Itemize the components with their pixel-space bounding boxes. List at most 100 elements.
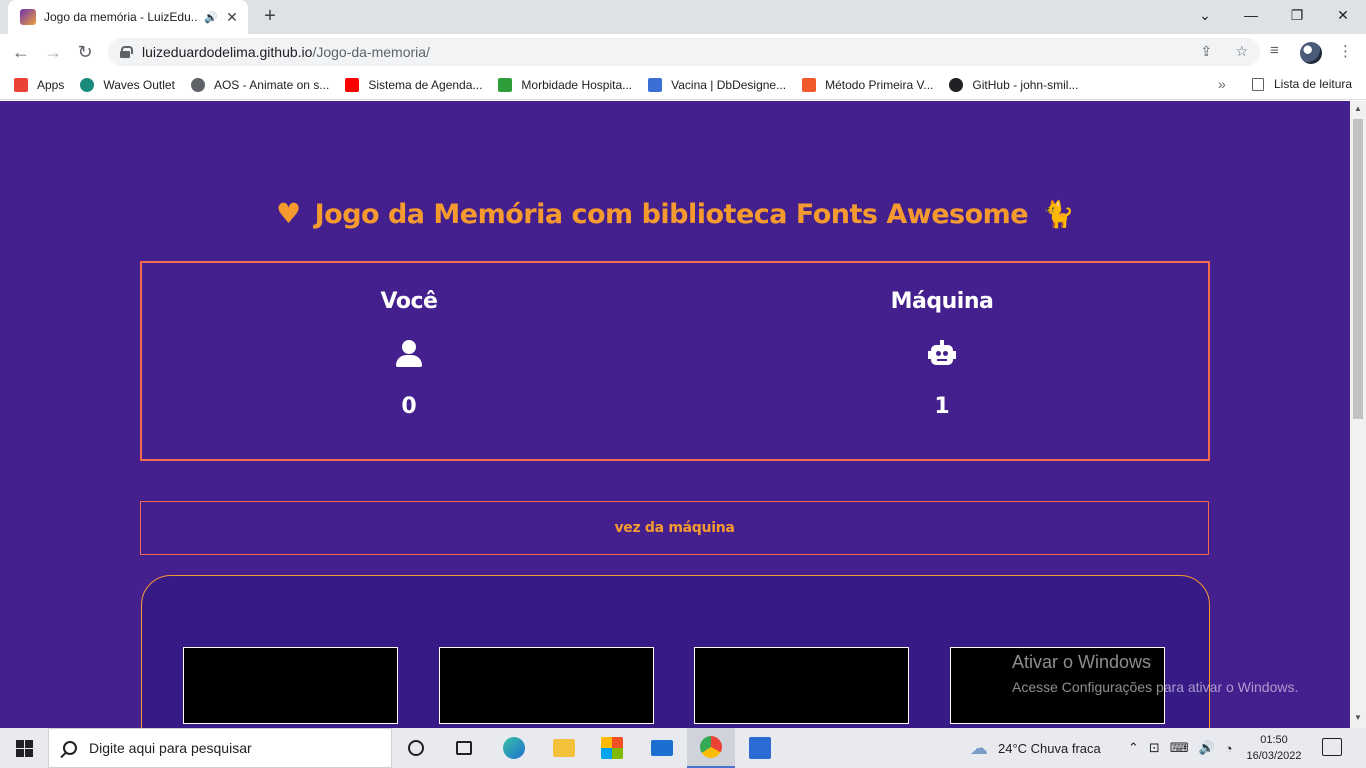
media-control-icon[interactable]: ≡ [1270, 42, 1279, 59]
player-score: 1 [934, 394, 950, 419]
memory-card[interactable] [694, 647, 909, 724]
page-scrollbar[interactable]: ▲ ▼ [1350, 101, 1366, 728]
heart-icon: ♥ [276, 197, 301, 230]
back-button[interactable]: ← [8, 40, 34, 64]
close-tab-icon[interactable]: ✕ [224, 9, 240, 26]
edge-app[interactable] [490, 728, 538, 768]
browser-tab[interactable]: Jogo da memória - LuizEdu... 🔊 ✕ [8, 0, 248, 34]
folder-icon [553, 739, 575, 757]
player-name: Você [380, 289, 438, 314]
photos-app[interactable] [736, 728, 784, 768]
bookmark-star-icon[interactable]: ☆ [1235, 43, 1248, 59]
search-icon [63, 741, 77, 755]
github-icon [949, 77, 964, 92]
bookmark-item[interactable]: Apps [14, 77, 65, 92]
chrome-app[interactable] [687, 728, 735, 768]
scroll-down-icon[interactable]: ▼ [1353, 713, 1363, 722]
chrome-icon [700, 736, 722, 758]
game-title-text: Jogo da Memória com biblioteca Fonts Awe… [314, 199, 1029, 230]
cat-icon: 🐈 [1042, 200, 1074, 230]
mail-app[interactable] [638, 728, 686, 768]
health-cross-icon [498, 77, 513, 92]
taskbar-search[interactable]: Digite aqui para pesquisar [48, 728, 392, 768]
bookmark-label: AOS - Animate on s... [213, 77, 330, 92]
lock-icon[interactable] [120, 46, 133, 58]
user-icon [395, 340, 423, 368]
edge-icon [503, 737, 525, 759]
watermark-subtitle: Acesse Configurações para ativar o Windo… [1012, 679, 1299, 695]
bookmark-item[interactable]: AOS - Animate on s... [190, 77, 330, 92]
network-device-icon[interactable]: ⊡ [1149, 740, 1170, 756]
file-explorer-app[interactable] [540, 728, 588, 768]
task-view-icon [456, 741, 472, 755]
bookmark-item[interactable]: Waves Outlet [80, 77, 175, 92]
chevron-up-icon[interactable]: ⌃ [1128, 740, 1149, 756]
input-method-icon[interactable]: ⌨ [1170, 740, 1199, 756]
game-page: ♥ Jogo da Memória com biblioteca Fonts Aw… [0, 101, 1350, 728]
url-host: luizeduardodelima.github.io [142, 44, 313, 60]
address-bar[interactable]: luizeduardodelima.github.io/Jogo-da-memo… [108, 38, 1260, 66]
memory-card[interactable] [439, 647, 654, 724]
reading-list-icon [1252, 77, 1264, 91]
new-tab-button[interactable]: + [258, 5, 282, 29]
bookmark-label: Morbidade Hospita... [521, 77, 633, 92]
player-you: Você 0 [309, 289, 509, 419]
bookmark-item[interactable]: GitHub - john-smil... [949, 77, 1078, 92]
scoreboard: Você 0 Máquina 1 [140, 261, 1210, 461]
memory-card[interactable] [183, 647, 398, 724]
task-view-button[interactable] [440, 728, 488, 768]
mail-icon [651, 740, 673, 756]
profile-avatar[interactable] [1300, 42, 1322, 64]
scroll-thumb[interactable] [1353, 119, 1363, 419]
reload-button[interactable]: ↻ [72, 40, 98, 64]
cortana-icon [408, 740, 424, 756]
photos-icon [749, 737, 771, 759]
scroll-up-icon[interactable]: ▲ [1353, 104, 1363, 113]
reading-list-button[interactable]: Lista de leitura [1252, 77, 1352, 91]
windows-activation-watermark: Ativar o Windows Acesse Configurações pa… [1012, 652, 1298, 695]
tab-strip: Jogo da memória - LuizEdu... 🔊 ✕ + ⌄ — ❐… [0, 0, 1366, 34]
clock[interactable]: 01:50 16/03/2022 [1244, 732, 1304, 764]
globe-icon [190, 77, 205, 92]
reading-list-label: Lista de leitura [1274, 77, 1353, 91]
store-icon [601, 737, 623, 759]
menu-kebab-icon[interactable]: ⋮ [1338, 42, 1353, 60]
search-placeholder: Digite aqui para pesquisar [89, 740, 252, 756]
weather-widget[interactable]: ☁ 24°C Chuva fraca [970, 728, 1101, 768]
browser-toolbar: ← → ↻ luizeduardodelima.github.io/Jogo-d… [0, 34, 1366, 70]
bookmark-label: Método Primeira V... [825, 77, 934, 92]
tab-title: Jogo da memória - LuizEdu... [44, 10, 199, 24]
player-score: 0 [401, 394, 417, 419]
apps-grid-icon [14, 77, 28, 92]
bookmark-item[interactable]: Sistema de Agenda... [345, 77, 482, 92]
bookmark-label: Vacina | DbDesigne... [671, 77, 787, 92]
forward-button[interactable]: → [40, 40, 66, 64]
store-app[interactable] [588, 728, 636, 768]
bookmark-item[interactable]: Vacina | DbDesigne... [648, 77, 787, 92]
bookmark-item[interactable]: Morbidade Hospita... [498, 77, 633, 92]
system-tray: ⌃ ⊡ ⌨ 🔊 ◔ [1128, 728, 1243, 768]
bookmarks-bar: Apps Waves Outlet AOS - Animate on s... Sis… [0, 70, 1366, 100]
clock-date: 16/03/2022 [1246, 750, 1302, 762]
robot-icon [928, 340, 956, 368]
cortana-button[interactable] [392, 728, 440, 768]
windows-taskbar: Digite aqui para pesquisar ☁ 24°C Chuva … [0, 728, 1366, 768]
tab-favicon-icon [20, 9, 36, 25]
more-bookmarks-icon[interactable]: » [1218, 76, 1226, 92]
player-name: Máquina [890, 289, 994, 314]
wifi-icon[interactable]: ◔ [1225, 741, 1243, 756]
bookmark-label: Apps [37, 77, 65, 92]
tab-search-chevron-icon[interactable]: ⌄ [1182, 0, 1228, 32]
close-window-button[interactable]: ✕ [1320, 0, 1366, 32]
speaker-icon[interactable]: 🔊 [204, 11, 218, 24]
minimize-button[interactable]: — [1228, 0, 1274, 32]
share-icon[interactable]: ⇪ [1200, 43, 1212, 59]
bookmark-item[interactable]: Método Primeira V... [802, 77, 934, 92]
restore-button[interactable]: ❐ [1274, 0, 1320, 32]
omnibox-actions: ⇪ ☆ [1200, 43, 1248, 60]
clock-time: 01:50 [1260, 734, 1288, 746]
volume-icon[interactable]: 🔊 [1199, 740, 1225, 756]
notification-icon[interactable] [1322, 738, 1342, 756]
weather-text: 24°C Chuva fraca [998, 740, 1101, 756]
start-button[interactable] [0, 728, 48, 768]
